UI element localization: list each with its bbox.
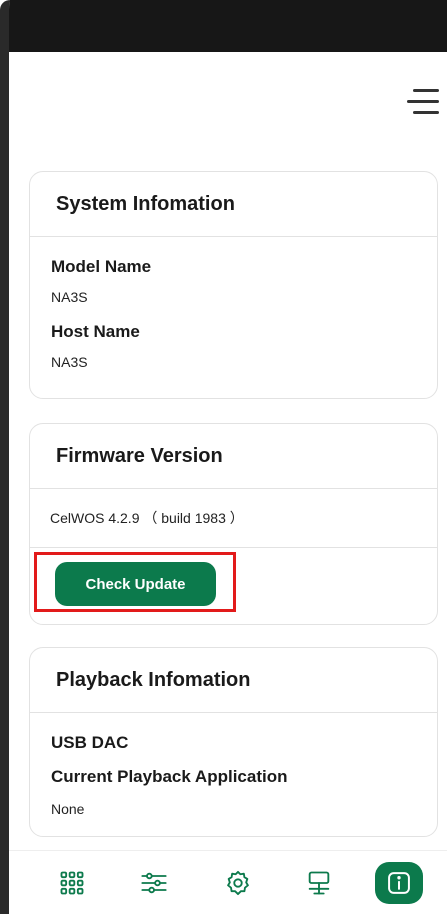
check-update-button[interactable]: Check Update [55,562,216,606]
grid-icon[interactable] [52,863,92,903]
info-icon[interactable] [375,862,423,904]
hamburger-menu-icon[interactable] [405,89,439,115]
app-screen: System Infomation Model Name NA3S Host N… [0,0,447,914]
bottom-nav [9,850,447,914]
current-playback-app-value: None [51,801,85,817]
current-playback-app-label: Current Playback Application [51,767,288,786]
host-name-value: NA3S [51,354,88,370]
firmware-title: Firmware Version [30,424,437,489]
top-bar [9,52,447,152]
firmware-card: Firmware Version CelWOS 4.2.9 （ build 19… [29,423,438,625]
firmware-version-value: CelWOS 4.2.9 （ build 1983 ） [30,489,437,548]
usb-dac-label: USB DAC [51,733,129,752]
model-name-value: NA3S [51,289,88,305]
playback-card: Playback Infomation USB DAC Current Play… [29,647,438,837]
model-name-label: Model Name [51,257,152,276]
sliders-icon[interactable] [134,863,174,903]
system-info-card: System Infomation Model Name NA3S Host N… [29,171,438,399]
system-info-title: System Infomation [30,172,437,237]
status-bar [9,0,447,52]
playback-title: Playback Infomation [30,648,437,713]
gear-icon[interactable] [218,863,258,903]
network-icon[interactable] [299,863,339,903]
host-name-label: Host Name [51,322,140,341]
